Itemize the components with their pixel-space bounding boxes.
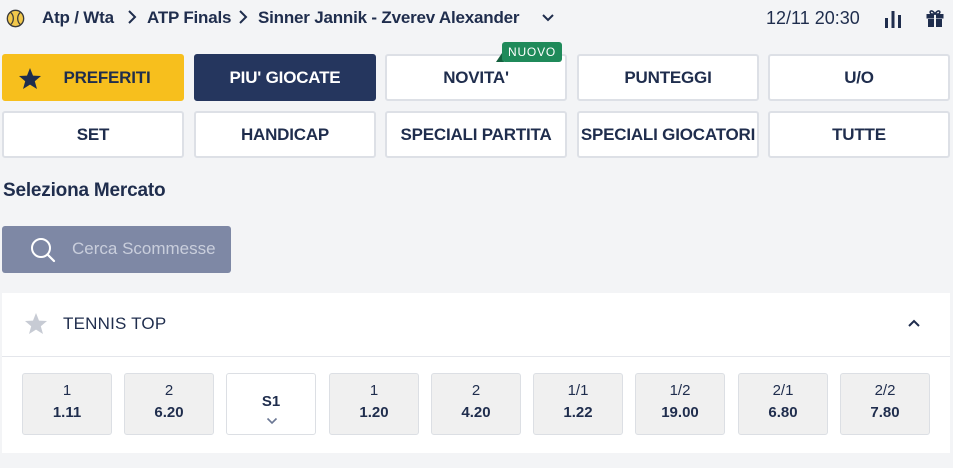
market-button-handicap[interactable]: HANDICAP	[194, 111, 376, 158]
odds-value: 1.22	[563, 404, 593, 421]
market-button-label: PREFERITI	[63, 67, 151, 87]
breadcrumb-sport[interactable]: Atp / Wta	[42, 8, 114, 28]
tennis-ball-icon	[6, 9, 25, 28]
gift-icon[interactable]	[925, 8, 945, 28]
search-input[interactable]	[72, 236, 222, 262]
odds-label: 2	[471, 382, 481, 399]
odds-label: 1/2	[669, 382, 691, 399]
market-button-tutte[interactable]: TUTTE	[768, 111, 950, 158]
chevron-down-icon[interactable]	[541, 12, 555, 24]
odds-value: 4.20	[461, 404, 491, 421]
odds-selector[interactable]: S1	[226, 373, 316, 435]
chevron-down-icon	[266, 417, 278, 425]
panel-header[interactable]: TENNIS TOP	[2, 293, 950, 357]
odds-label: 2/1	[772, 382, 794, 399]
odds-label: 1	[369, 382, 379, 399]
odds-value: 19.00	[661, 404, 699, 421]
odds-value: 7.80	[870, 404, 900, 421]
stats-icon[interactable]	[883, 9, 903, 29]
next-panel-edge	[0, 468, 953, 475]
odds-value: 6.80	[768, 404, 798, 421]
odds-label: 2/2	[874, 382, 896, 399]
market-button-label: TUTTE	[832, 124, 886, 144]
odds-button[interactable]: 2/2 7.80	[840, 373, 930, 435]
market-button-punteggi[interactable]: PUNTEGGI	[577, 54, 759, 101]
event-datetime: 12/11 20:30	[766, 8, 860, 28]
market-button-label: U/O	[844, 67, 874, 87]
star-icon[interactable]	[24, 312, 48, 335]
odds-button[interactable]: 1/2 19.00	[635, 373, 725, 435]
market-button-label: PIU' GIOCATE	[229, 67, 341, 87]
panel-title: TENNIS TOP	[63, 314, 167, 333]
chevron-right-icon	[128, 10, 137, 24]
search-box[interactable]	[2, 226, 231, 273]
breadcrumb-competition[interactable]: ATP Finals	[147, 8, 231, 28]
market-panel: TENNIS TOP 1 1.11 2 6.20 S1 1 1.20 2 4.2…	[2, 293, 950, 453]
odds-button[interactable]: 2 4.20	[431, 373, 521, 435]
match-header: Atp / Wta ATP Finals Sinner Jannik - Zve…	[0, 0, 953, 38]
market-button-speciali-giocatori[interactable]: SPECIALI GIOCATORI	[577, 111, 759, 158]
odds-value: 6.20	[154, 404, 184, 421]
chevron-right-icon	[239, 10, 248, 24]
breadcrumb-event[interactable]: Sinner Jannik - Zverev Alexander	[258, 8, 520, 28]
odds-button[interactable]: 1/1 1.22	[533, 373, 623, 435]
market-button-preferiti[interactable]: PREFERITI	[2, 54, 184, 101]
odds-value: 1.20	[359, 404, 389, 421]
market-button-label: HANDICAP	[240, 124, 330, 144]
market-button-label: NOVITA'	[443, 67, 509, 87]
chevron-up-icon[interactable]	[907, 318, 921, 328]
odds-button[interactable]: 2/1 6.80	[738, 373, 828, 435]
odds-label: 1	[62, 382, 72, 399]
odds-value: 1.11	[52, 404, 82, 421]
odds-label: 1/1	[567, 382, 589, 399]
market-button-uo[interactable]: U/O	[768, 54, 950, 101]
odds-label: 2	[164, 382, 174, 399]
market-button-label: PUNTEGGI	[624, 67, 712, 87]
new-badge: NUOVO	[502, 42, 563, 62]
search-icon	[31, 238, 56, 263]
section-title: Seleziona Mercato	[3, 180, 166, 201]
market-button-label: SET	[76, 124, 110, 144]
odds-selector-label: S1	[261, 393, 281, 410]
odds-button[interactable]: 1 1.11	[22, 373, 112, 435]
market-button-speciali-partita[interactable]: SPECIALI PARTITA	[385, 111, 567, 158]
odds-button[interactable]: 2 6.20	[124, 373, 214, 435]
market-button-piu-giocate[interactable]: PIU' GIOCATE	[194, 54, 376, 101]
market-button-label: SPECIALI PARTITA	[400, 124, 552, 144]
star-icon	[19, 68, 41, 89]
market-button-label: SPECIALI GIOCATORI	[580, 124, 756, 144]
market-button-set[interactable]: SET	[2, 111, 184, 158]
odds-button[interactable]: 1 1.20	[329, 373, 419, 435]
